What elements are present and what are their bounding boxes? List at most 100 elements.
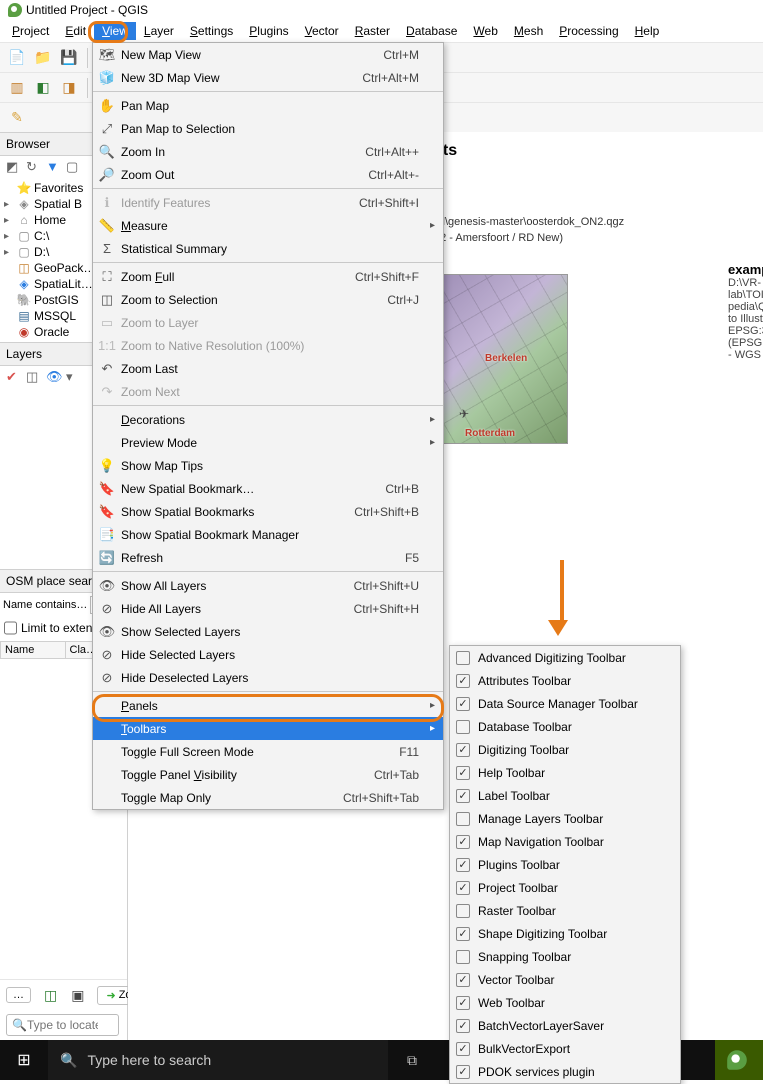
menu-settings[interactable]: Settings: [182, 22, 241, 40]
toolbar-toggle-digitizing-toolbar[interactable]: Digitizing Toolbar: [450, 738, 680, 761]
raster-layer-icon[interactable]: ◧: [32, 77, 54, 99]
menu-item-decorations[interactable]: Decorations▸: [93, 408, 443, 431]
new-project-icon[interactable]: 📄: [6, 47, 28, 69]
menu-item-zoom-in[interactable]: 🔍Zoom InCtrl+Alt++: [93, 140, 443, 163]
menu-item-zoom-to-selection[interactable]: ◫Zoom to SelectionCtrl+J: [93, 288, 443, 311]
save-project-icon[interactable]: 💾: [58, 47, 80, 69]
osm-add-layer-icon[interactable]: ◫: [43, 984, 58, 1006]
start-button[interactable]: ⊞: [0, 1040, 48, 1080]
map-thumbnail[interactable]: Berkelen Rotterdam ✈: [428, 274, 568, 444]
checkbox-icon: [456, 651, 470, 665]
menu-item-show-spatial-bookmarks[interactable]: 🔖Show Spatial BookmarksCtrl+Shift+B: [93, 500, 443, 523]
vector-layer-icon[interactable]: ▥: [6, 77, 28, 99]
menu-item-zoom-to-native-resolution--100--: 1:1Zoom to Native Resolution (100%): [93, 334, 443, 357]
remove-icon[interactable]: ▾: [66, 369, 82, 385]
toolbar-toggle-bulkvectorexport[interactable]: BulkVectorExport: [450, 1037, 680, 1060]
menu-item-show-selected-layers[interactable]: 👁Show Selected Layers: [93, 620, 443, 643]
menu-item-new-3d-map-view[interactable]: 🧊New 3D Map ViewCtrl+Alt+M: [93, 66, 443, 89]
more-button[interactable]: …: [6, 987, 31, 1003]
style-icon[interactable]: ✔: [6, 369, 22, 385]
mssql-icon: ▤: [17, 309, 31, 323]
menu-item-show-all-layers[interactable]: 👁Show All LayersCtrl+Shift+U: [93, 574, 443, 597]
toolbar-toggle-advanced-digitizing-toolbar[interactable]: Advanced Digitizing Toolbar: [450, 646, 680, 669]
menu-item-identify-features: ℹIdentify FeaturesCtrl+Shift+I: [93, 191, 443, 214]
menu-item-show-map-tips[interactable]: 💡Show Map Tips: [93, 454, 443, 477]
collapse-icon[interactable]: ▢: [66, 159, 82, 175]
menu-item-toggle-full-screen-mode[interactable]: Toggle Full Screen ModeF11: [93, 740, 443, 763]
taskbar-search[interactable]: 🔍 Type here to search: [48, 1040, 388, 1080]
menu-item-zoom-last[interactable]: ↶Zoom Last: [93, 357, 443, 380]
filter-legend-icon[interactable]: ◫: [26, 369, 42, 385]
task-view-button[interactable]: ⧉: [388, 1040, 436, 1080]
mesh-layer-icon[interactable]: ◨: [58, 77, 80, 99]
checkbox-icon: [456, 743, 470, 757]
toolbar-toggle-shape-digitizing-toolbar[interactable]: Shape Digitizing Toolbar: [450, 922, 680, 945]
menu-item-toggle-panel-visibility[interactable]: Toggle Panel VisibilityCtrl+Tab: [93, 763, 443, 786]
menu-separator: [93, 188, 443, 189]
menu-mesh[interactable]: Mesh: [506, 22, 551, 40]
menu-item-show-spatial-bookmark-manager[interactable]: 📑Show Spatial Bookmark Manager: [93, 523, 443, 546]
toolbar-toggle-plugins-toolbar[interactable]: Plugins Toolbar: [450, 853, 680, 876]
menu-separator: [93, 262, 443, 263]
menu-item-hide-selected-layers[interactable]: ⊘Hide Selected Layers: [93, 643, 443, 666]
toolbar-toggle-help-toolbar[interactable]: Help Toolbar: [450, 761, 680, 784]
separator: [87, 48, 88, 68]
osm-limit-checkbox[interactable]: [4, 619, 17, 637]
menu-item-hide-deselected-layers[interactable]: ⊘Hide Deselected Layers: [93, 666, 443, 689]
expand-icon[interactable]: 👁: [46, 369, 62, 385]
taskbar-qgis-button[interactable]: [715, 1040, 763, 1080]
menu-plugins[interactable]: Plugins: [241, 22, 296, 40]
menu-database[interactable]: Database: [398, 22, 465, 40]
menu-processing[interactable]: Processing: [551, 22, 626, 40]
toolbar-toggle-attributes-toolbar[interactable]: Attributes Toolbar: [450, 669, 680, 692]
menu-icon: 👁: [97, 624, 117, 640]
menu-item-pan-map[interactable]: ✋Pan Map: [93, 94, 443, 117]
menu-item-pan-map-to-selection[interactable]: ⤢Pan Map to Selection: [93, 117, 443, 140]
menu-item-new-map-view[interactable]: 🗺New Map ViewCtrl+M: [93, 43, 443, 66]
menu-edit[interactable]: Edit: [57, 22, 94, 40]
menu-item-hide-all-layers[interactable]: ⊘Hide All LayersCtrl+Shift+H: [93, 597, 443, 620]
toolbar-toggle-raster-toolbar[interactable]: Raster Toolbar: [450, 899, 680, 922]
refresh-icon[interactable]: ↻: [26, 159, 42, 175]
osm-col-name[interactable]: Name: [1, 642, 66, 659]
airport-icon: ✈: [459, 407, 469, 421]
menu-layer[interactable]: Layer: [136, 22, 182, 40]
toolbar-toggle-project-toolbar[interactable]: Project Toolbar: [450, 876, 680, 899]
toolbar-toggle-snapping-toolbar[interactable]: Snapping Toolbar: [450, 945, 680, 968]
toolbar-toggle-database-toolbar[interactable]: Database Toolbar: [450, 715, 680, 738]
search-icon: 🔍: [12, 1018, 27, 1032]
menu-vector[interactable]: Vector: [297, 22, 347, 40]
menu-icon: 📏: [97, 218, 117, 234]
menu-item-new-spatial-bookmark-[interactable]: 🔖New Spatial Bookmark…Ctrl+B: [93, 477, 443, 500]
osm-name-label: Name contains…: [3, 599, 87, 611]
menu-view[interactable]: View: [94, 22, 136, 40]
menu-item-refresh[interactable]: 🔄RefreshF5: [93, 546, 443, 569]
toolbar-toggle-vector-toolbar[interactable]: Vector Toolbar: [450, 968, 680, 991]
toolbar-toggle-map-navigation-toolbar[interactable]: Map Navigation Toolbar: [450, 830, 680, 853]
menu-item-statistical-summary[interactable]: ΣStatistical Summary: [93, 237, 443, 260]
toolbar-toggle-batchvectorlayersaver[interactable]: BatchVectorLayerSaver: [450, 1014, 680, 1037]
filter-icon[interactable]: ▼: [46, 159, 62, 175]
checkbox-icon: [456, 789, 470, 803]
edit-pencil-icon[interactable]: ✎: [6, 107, 28, 129]
menu-raster[interactable]: Raster: [347, 22, 398, 40]
menu-icon: 👁: [97, 578, 117, 594]
menu-item-toggle-map-only[interactable]: Toggle Map OnlyCtrl+Shift+Tab: [93, 786, 443, 809]
toolbar-toggle-web-toolbar[interactable]: Web Toolbar: [450, 991, 680, 1014]
menu-web[interactable]: Web: [465, 22, 505, 40]
menu-item-zoom-out[interactable]: 🔎Zoom OutCtrl+Alt+-: [93, 163, 443, 186]
osm-mask-icon[interactable]: ▣: [70, 984, 85, 1006]
menu-help[interactable]: Help: [627, 22, 668, 40]
toolbar-toggle-label-toolbar[interactable]: Label Toolbar: [450, 784, 680, 807]
menu-project[interactable]: Project: [4, 22, 57, 40]
add-layer-icon[interactable]: ◩: [6, 159, 22, 175]
menu-item-zoom-full[interactable]: ⛶Zoom FullCtrl+Shift+F: [93, 265, 443, 288]
menu-item-panels[interactable]: Panels▸: [93, 694, 443, 717]
open-project-icon[interactable]: 📁: [32, 47, 54, 69]
menu-item-toolbars[interactable]: Toolbars▸: [93, 717, 443, 740]
menu-item-measure[interactable]: 📏Measure▸: [93, 214, 443, 237]
menu-item-preview-mode[interactable]: Preview Mode▸: [93, 431, 443, 454]
example-project[interactable]: example D:\VR-lab\TOI-pedia\QGIS to Illu…: [728, 262, 763, 361]
toolbar-toggle-manage-layers-toolbar[interactable]: Manage Layers Toolbar: [450, 807, 680, 830]
toolbar-toggle-data-source-manager-toolbar[interactable]: Data Source Manager Toolbar: [450, 692, 680, 715]
